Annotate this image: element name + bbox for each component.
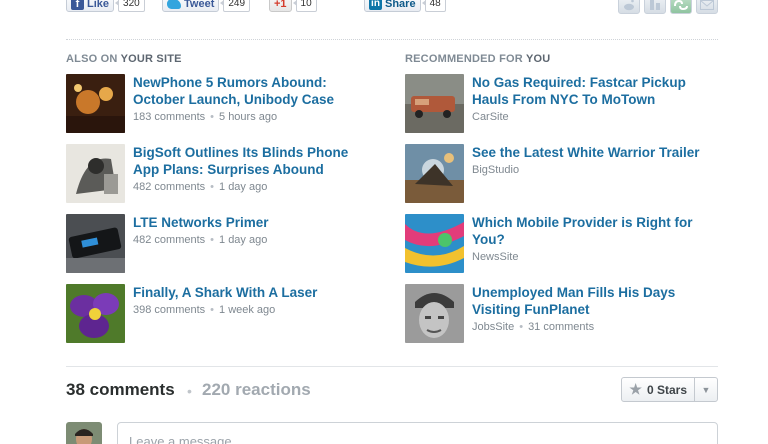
stars-label: 0 Stars (646, 382, 687, 397)
comment-count[interactable]: 398 comments (133, 304, 205, 316)
header-prefix: ALSO ON (66, 53, 118, 65)
list-item[interactable]: Which Mobile Provider is Right for You? … (405, 214, 704, 273)
comment-count[interactable]: 482 comments (133, 181, 205, 193)
google-plus-widget[interactable]: +1 10 (269, 0, 317, 12)
timestamp: 1 day ago (219, 181, 268, 193)
message-input[interactable] (129, 434, 706, 444)
avatar[interactable] (66, 422, 102, 444)
share-bar: f Like 320 Tweet 249 +1 10 in Share 48 (66, 0, 718, 14)
article-thumbnail[interactable] (405, 284, 464, 343)
article-meta: NewsSite (472, 251, 704, 263)
also-on-site-header: ALSO ON YOUR SITE (66, 53, 366, 65)
email-icon[interactable] (696, 0, 718, 14)
also-on-site-section: ALSO ON YOUR SITE NewPhone 5 Rumors Abou… (66, 53, 366, 343)
article-title-link[interactable]: LTE Networks Primer (133, 214, 365, 231)
article-title-link[interactable]: See the Latest White Warrior Trailer (472, 144, 704, 161)
header-emphasis: YOUR SITE (120, 53, 182, 65)
list-item[interactable]: No Gas Required: Fastcar Pickup Hauls Fr… (405, 74, 704, 133)
article-thumbnail[interactable] (66, 214, 125, 273)
extra-share-icons (618, 0, 718, 14)
list-item[interactable]: Unemployed Man Fills His Days Visiting F… (405, 284, 704, 343)
recommended-header: RECOMMENDED FOR YOU (405, 53, 705, 65)
list-item[interactable]: BigSoft Outlines Its Blinds Phone App Pl… (66, 144, 365, 203)
article-title-link[interactable]: BigSoft Outlines Its Blinds Phone App Pl… (133, 144, 365, 178)
google-plus-button[interactable]: +1 (269, 0, 292, 12)
google-plus-count: 10 (292, 0, 317, 12)
comments-divider (66, 366, 718, 367)
section-divider (66, 39, 718, 40)
linkedin-share-widget[interactable]: in Share 48 (364, 0, 446, 12)
facebook-like-count: 320 (115, 0, 145, 12)
article-title-link[interactable]: Unemployed Man Fills His Days Visiting F… (472, 284, 704, 318)
comment-count[interactable]: 31 comments (528, 321, 594, 333)
article-thumbnail[interactable] (66, 144, 125, 203)
digg-icon[interactable] (644, 0, 666, 14)
linkedin-share-label: Share (385, 0, 416, 10)
list-item[interactable]: LTE Networks Primer 482 comments • 1 day a… (66, 214, 365, 273)
chevron-down-icon[interactable]: ▼ (695, 378, 717, 401)
message-composer[interactable] (117, 422, 718, 444)
linkedin-share-count: 48 (421, 0, 446, 12)
source-name: CarSite (472, 111, 509, 123)
linkedin-icon: in (369, 0, 382, 10)
article-title-link[interactable]: Finally, A Shark With A Laser (133, 284, 365, 301)
tweet-label: Tweet (184, 0, 215, 10)
article-thumbnail[interactable] (66, 284, 125, 343)
total-comments[interactable]: 38 comments (66, 380, 175, 400)
list-item[interactable]: See the Latest White Warrior Trailer Big… (405, 144, 704, 203)
article-meta: 482 comments • 1 day ago (133, 181, 268, 193)
article-meta: 183 comments • 5 hours ago (133, 111, 278, 123)
header-prefix: RECOMMENDED FOR (405, 53, 523, 65)
twitter-tweet-widget[interactable]: Tweet 249 (162, 0, 251, 12)
stars-main-button[interactable]: ★ 0 Stars (622, 378, 695, 401)
facebook-icon: f (71, 0, 84, 10)
source-name: NewsSite (472, 251, 519, 263)
tweet-count: 249 (220, 0, 251, 12)
total-reactions[interactable]: 220 reactions (202, 380, 311, 400)
article-thumbnail[interactable] (405, 74, 464, 133)
article-thumbnail[interactable] (405, 144, 464, 203)
star-icon: ★ (629, 381, 642, 397)
source-name: BigStudio (472, 164, 520, 176)
article-meta: JobsSite • 31 comments (472, 321, 595, 333)
article-thumbnail[interactable] (405, 214, 464, 273)
twitter-bird-icon (167, 0, 181, 9)
source-name: JobsSite (472, 321, 515, 333)
article-meta: 482 comments • 1 day ago (133, 234, 268, 246)
facebook-like-widget[interactable]: f Like 320 (66, 0, 145, 12)
header-emphasis: YOU (525, 53, 551, 65)
recommended-section: RECOMMENDED FOR YOU No Gas Required: Fas… (405, 53, 705, 343)
linkedin-share-button[interactable]: in Share (364, 0, 421, 12)
comments-header: 38 comments • 220 reactions ★ 0 Stars ▼ (66, 377, 718, 402)
comment-count[interactable]: 183 comments (133, 111, 205, 123)
timestamp: 5 hours ago (219, 111, 278, 123)
tweet-button[interactable]: Tweet (162, 0, 220, 12)
article-meta: BigStudio (472, 164, 704, 176)
article-title-link[interactable]: Which Mobile Provider is Right for You? (472, 214, 704, 248)
reddit-icon[interactable] (618, 0, 640, 14)
comment-count[interactable]: 482 comments (133, 234, 205, 246)
timestamp: 1 week ago (219, 304, 276, 316)
timestamp: 1 day ago (219, 234, 268, 246)
article-thumbnail[interactable] (66, 74, 125, 133)
list-item[interactable]: NewPhone 5 Rumors Abound: October Launch… (66, 74, 365, 133)
facebook-like-button[interactable]: f Like (66, 0, 115, 12)
article-meta: 398 comments • 1 week ago (133, 304, 276, 316)
list-item[interactable]: Finally, A Shark With A Laser 398 commen… (66, 284, 365, 343)
stumbleupon-icon[interactable] (670, 0, 692, 14)
stars-button[interactable]: ★ 0 Stars ▼ (621, 377, 718, 402)
article-title-link[interactable]: NewPhone 5 Rumors Abound: October Launch… (133, 74, 365, 108)
separator-dot: • (187, 383, 192, 399)
google-plus-label: +1 (274, 0, 287, 10)
facebook-like-label: Like (87, 0, 110, 10)
article-title-link[interactable]: No Gas Required: Fastcar Pickup Hauls Fr… (472, 74, 704, 108)
article-meta: CarSite (472, 111, 704, 123)
